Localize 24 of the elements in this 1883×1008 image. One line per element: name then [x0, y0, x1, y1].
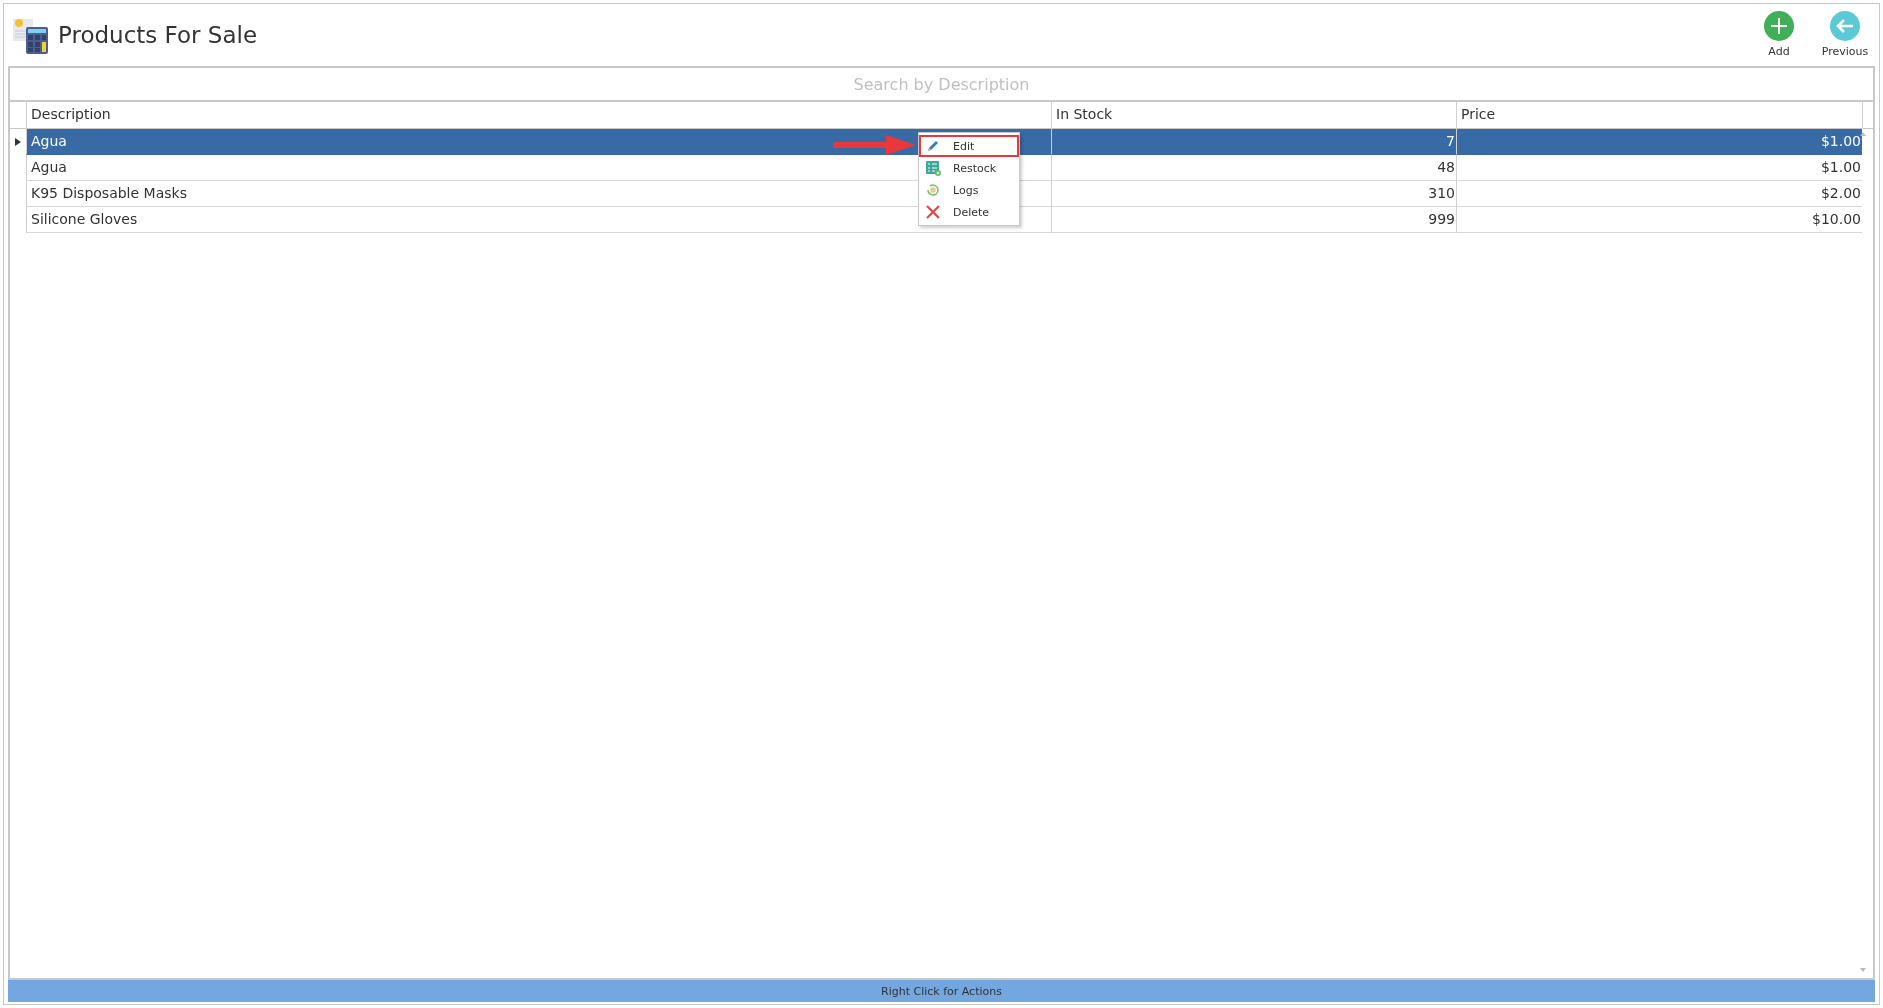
window-title: Products For Sale: [58, 22, 259, 48]
pencil-icon: [925, 138, 941, 154]
table-cell: $2.00: [1456, 181, 1862, 207]
cross-icon: [925, 204, 941, 220]
table-cell: 7: [1051, 129, 1456, 155]
table-cell: 48: [1051, 155, 1456, 181]
table-cell: $10.00: [1456, 207, 1862, 233]
menu-item[interactable]: Edit: [919, 135, 1019, 157]
menu-item[interactable]: Restock: [919, 157, 1019, 179]
table-cell: 999: [1051, 207, 1456, 233]
checklist-icon: [925, 160, 941, 176]
column-header[interactable]: In Stock: [1051, 102, 1456, 128]
menu-item[interactable]: Logs: [919, 179, 1019, 201]
menu-item[interactable]: Delete: [919, 201, 1019, 223]
column-header[interactable]: Price: [1456, 102, 1862, 128]
column-header[interactable]: Description: [26, 102, 1051, 128]
table-cell: $1.00: [1456, 155, 1862, 181]
toolbar-button[interactable]: Previous: [1819, 10, 1871, 58]
table-cell: 310: [1051, 181, 1456, 207]
history-icon: [925, 182, 941, 198]
status-bar: Right Click for Actions: [8, 980, 1875, 1002]
table-cell: $1.00: [1456, 129, 1862, 155]
add-icon: [1763, 10, 1795, 42]
toolbar-button[interactable]: Add: [1753, 10, 1805, 58]
